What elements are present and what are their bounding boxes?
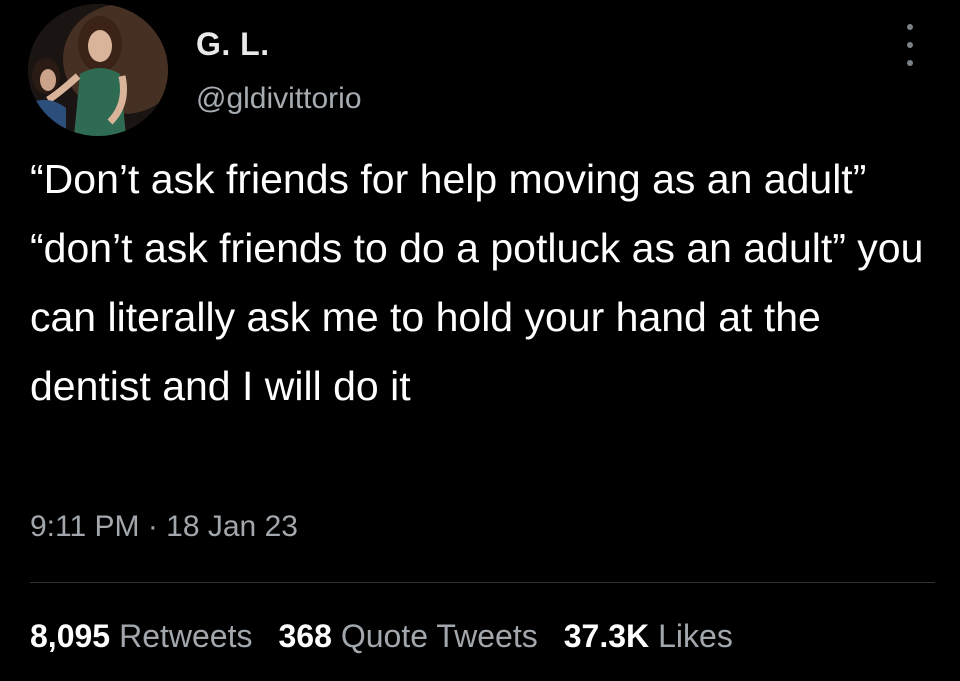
- tweet-text: “Don’t ask friends for help moving as an…: [30, 156, 935, 409]
- more-dot: [907, 42, 913, 48]
- retweets-count: 8,095: [30, 618, 111, 654]
- more-dot: [907, 24, 913, 30]
- tweet-stats: 8,095 Retweets 368 Quote Tweets 37.3K Likes: [30, 618, 733, 655]
- likes-count: 37.3K: [563, 618, 650, 654]
- avatar[interactable]: [28, 4, 168, 136]
- author-display-name[interactable]: G. L.: [196, 26, 270, 63]
- likes-label: Likes: [658, 618, 733, 654]
- tweet-timestamp[interactable]: 9:11 PM · 18 Jan 23: [30, 510, 298, 544]
- retweets-label: Retweets: [119, 618, 253, 654]
- retweets-stat[interactable]: 8,095 Retweets: [30, 618, 252, 655]
- divider: [30, 582, 935, 583]
- more-options-icon[interactable]: [898, 24, 922, 66]
- quote-tweets-count: 368: [278, 618, 332, 654]
- avatar-photo: [28, 4, 168, 136]
- more-dot: [907, 60, 913, 66]
- author-handle[interactable]: @gldivittorio: [196, 82, 362, 116]
- quote-tweets-label: Quote Tweets: [340, 618, 538, 654]
- likes-stat[interactable]: 37.3K Likes: [564, 618, 733, 655]
- quote-tweets-stat[interactable]: 368 Quote Tweets: [278, 618, 537, 655]
